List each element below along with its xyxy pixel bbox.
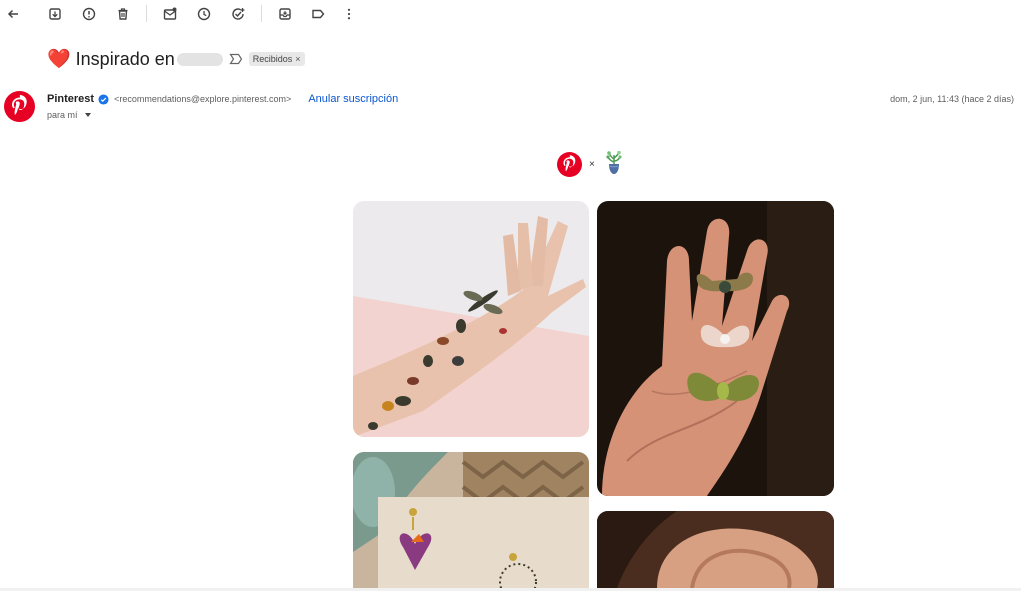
recipients-toggle[interactable]: para mí: [47, 110, 91, 120]
move-to-icon: [279, 8, 291, 20]
caret-down-icon: [84, 113, 91, 117]
trash-icon: [118, 8, 128, 20]
sender-name[interactable]: Pinterest: [47, 93, 94, 105]
label-icon: [312, 9, 325, 19]
more-vert-icon: [347, 8, 351, 20]
sender-row: Pinterest <recommendations@explore.pinte…: [47, 93, 398, 105]
redacted-name: [176, 52, 223, 66]
heart-emoji: ❤️: [47, 48, 71, 70]
pin-card-butterfly-earrings[interactable]: [353, 452, 589, 588]
email-date: dom, 2 jun, 11:43 (hace 2 días): [890, 94, 1014, 104]
labels-button[interactable]: [307, 3, 329, 25]
label-chip-text: Recibidos: [252, 54, 293, 64]
moth-brooches-image: [597, 201, 834, 496]
back-button[interactable]: [2, 3, 24, 25]
move-to-button[interactable]: [274, 3, 296, 25]
subject-text: Inspirado en: [75, 48, 175, 69]
arrow-left-icon: [7, 9, 18, 19]
pin-card-ear-closeup[interactable]: [597, 511, 834, 588]
importance-marker-icon[interactable]: [229, 53, 243, 65]
pin-card-moth-brooches[interactable]: [597, 201, 834, 496]
mark-unread-icon: [163, 7, 177, 20]
label-chip-inbox: Recibidos ×: [248, 52, 305, 66]
add-task-button[interactable]: [227, 3, 249, 25]
archive-button[interactable]: [44, 3, 66, 25]
toolbar-divider: [261, 5, 262, 22]
more-button[interactable]: [338, 3, 360, 25]
plant-illustration-icon: [606, 151, 622, 174]
recipient-text: para mí: [47, 110, 78, 120]
brand-header: ×: [557, 151, 625, 177]
butterfly-earrings-image: [353, 452, 589, 588]
verified-badge-icon: [98, 93, 109, 105]
clock-icon: [197, 7, 211, 21]
pinterest-logo-icon: [557, 151, 582, 177]
ear-closeup-image: [597, 511, 834, 588]
archive-icon: [49, 8, 61, 20]
toolbar-divider: [146, 5, 147, 22]
pin-card-insect-tattoo[interactable]: [353, 201, 589, 437]
email-subject: ❤️ Inspirado en Recibidos ×: [47, 46, 305, 72]
brand-separator: ×: [589, 158, 595, 170]
pinterest-avatar: [4, 91, 35, 122]
remove-label-button[interactable]: ×: [295, 54, 300, 64]
unsubscribe-link[interactable]: Anular suscripción: [308, 93, 398, 105]
report-spam-icon: [82, 7, 96, 21]
add-task-icon: [232, 8, 245, 20]
insect-tattoo-image: [353, 201, 589, 437]
snooze-button[interactable]: [193, 3, 215, 25]
report-spam-button[interactable]: [78, 3, 100, 25]
mark-unread-button[interactable]: [159, 3, 181, 25]
delete-button[interactable]: [112, 3, 134, 25]
sender-email: <recommendations@explore.pinterest.com>: [114, 94, 292, 104]
